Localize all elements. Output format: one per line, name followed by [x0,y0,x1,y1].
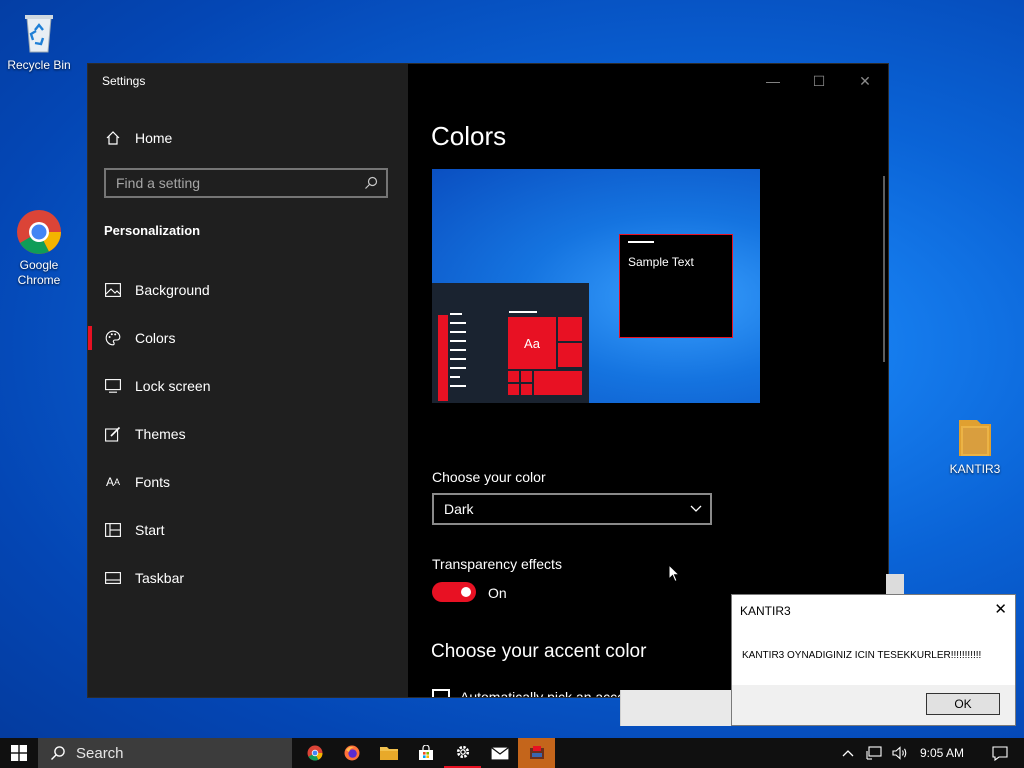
taskbar-search-label: Search [76,744,124,762]
search-icon [50,745,66,761]
sidebar-item-themes[interactable]: Themes [88,414,408,454]
sidebar-item-label: Themes [135,426,186,442]
transparency-toggle[interactable] [432,582,476,602]
desktop-icon-recycle-bin[interactable]: Recycle Bin [4,8,74,73]
preview-tile-text: Aa [524,335,540,351]
desktop-icon-label: KANTIR3 [949,462,1001,476]
choose-color-dropdown[interactable]: Dark [432,493,712,525]
desktop-icon-label: Google Chrome [17,258,61,287]
desktop-icon-label: Recycle Bin [7,58,71,72]
choose-color-label: Choose your color [432,469,546,485]
dialog-footer: OK [732,685,1015,725]
minimize-button[interactable]: — [750,64,796,98]
sidebar-item-background[interactable]: Background [88,270,408,310]
home-nav-item[interactable]: Home [88,118,408,158]
taskbar-file-explorer[interactable] [370,738,407,768]
home-icon [105,130,121,146]
taskbar-chrome[interactable] [296,738,333,768]
search-input[interactable]: Find a setting [116,175,364,191]
preview-start-rail [438,315,448,401]
taskbar-store[interactable] [407,738,444,768]
chrome-icon [307,745,323,761]
taskbar-search-box[interactable]: Search [38,738,292,768]
taskbar-icon [105,570,121,586]
home-label: Home [135,130,173,146]
store-icon [418,745,433,760]
auto-accent-checkbox[interactable] [432,689,450,697]
chevron-down-icon [690,505,702,513]
folder-icon [379,747,398,760]
sidebar-item-label: Background [135,282,210,298]
gear-icon [456,745,469,759]
sidebar-item-label: Colors [135,330,176,346]
sidebar-item-colors[interactable]: Colors [88,318,408,358]
taskbar: Search 9:05 AM [0,738,1024,768]
taskbar-firefox[interactable] [333,738,370,768]
close-button[interactable]: ✕ [842,64,888,98]
window-controls: — ☐ ✕ [750,64,888,98]
transparency-state: On [488,585,507,601]
page-title: Colors [431,121,507,151]
dialog-message: KANTIR3 OYNADIGINIZ ICIN TESEKKURLER!!!!… [742,650,982,661]
folder-icon [951,412,999,460]
taskbar-settings[interactable] [444,738,481,768]
sidebar-item-label: Start [135,522,165,538]
background-window-fragment [886,574,904,594]
action-center-icon[interactable] [992,745,1008,761]
sidebar-item-label: Fonts [135,474,171,490]
volume-icon[interactable] [892,746,908,760]
desktop-icon-google-chrome[interactable]: Google Chrome [4,208,74,288]
find-setting-search-box[interactable]: Find a setting [104,168,388,198]
maximize-button[interactable]: ☐ [796,64,842,98]
preview-tile-large: Aa [508,317,556,369]
preview-menu-lines [450,313,468,387]
recycle-bin-icon [15,8,63,56]
window-title: Settings [102,74,146,88]
lock-screen-icon [105,378,121,394]
desktop-icon-kantir3[interactable]: KANTIR3 [940,412,1010,477]
start-button[interactable] [0,738,38,768]
brush-icon [105,426,121,442]
sidebar-item-taskbar[interactable]: Taskbar [88,558,408,598]
sidebar: Settings Home Find a setting Personaliza… [88,64,408,697]
taskbar-mail[interactable] [481,738,518,768]
preview-sample-window: Sample Text [619,234,733,338]
accent-color-heading: Choose your accent color [431,641,647,662]
sidebar-item-lock-screen[interactable]: Lock screen [88,366,408,406]
sidebar-item-fonts[interactable]: AA Fonts [88,462,408,502]
chrome-icon [15,208,63,256]
dialog-close-icon[interactable]: ✕ [994,600,1007,618]
clock-time[interactable]: 9:05 AM [920,746,964,760]
ok-button[interactable]: OK [926,693,1000,715]
transparency-label: Transparency effects [432,556,562,572]
color-preview: Aa Sample Text [432,169,760,403]
kantir3-app-icon [529,746,544,759]
font-icon: AA [105,475,121,489]
start-tiles-icon [105,522,121,538]
network-icon[interactable] [866,746,882,760]
windows-logo-icon [11,745,27,761]
mail-icon [490,746,509,759]
chevron-up-icon[interactable] [842,749,854,757]
background-window-fragment [620,690,732,726]
sidebar-item-label: Taskbar [135,570,185,586]
search-icon[interactable] [364,176,378,190]
main-scrollbar[interactable] [883,176,885,362]
sidebar-item-start[interactable]: Start [88,510,408,550]
preview-sample-text: Sample Text [628,255,694,269]
taskbar-kantir3-app[interactable] [518,738,555,768]
mouse-cursor-icon [668,563,681,588]
firefox-icon [344,745,359,761]
dialog-title: KANTIR3 [740,604,791,618]
palette-icon [105,330,121,346]
choose-color-value: Dark [444,501,474,517]
section-title: Personalization [104,223,201,238]
message-dialog: KANTIR3 ✕ KANTIR3 OYNADIGINIZ ICIN TESEK… [731,594,1016,726]
preview-start-menu: Aa [432,283,589,403]
sidebar-item-label: Lock screen [135,378,211,394]
system-tray: 9:05 AM [842,738,1024,768]
picture-icon [105,282,121,298]
